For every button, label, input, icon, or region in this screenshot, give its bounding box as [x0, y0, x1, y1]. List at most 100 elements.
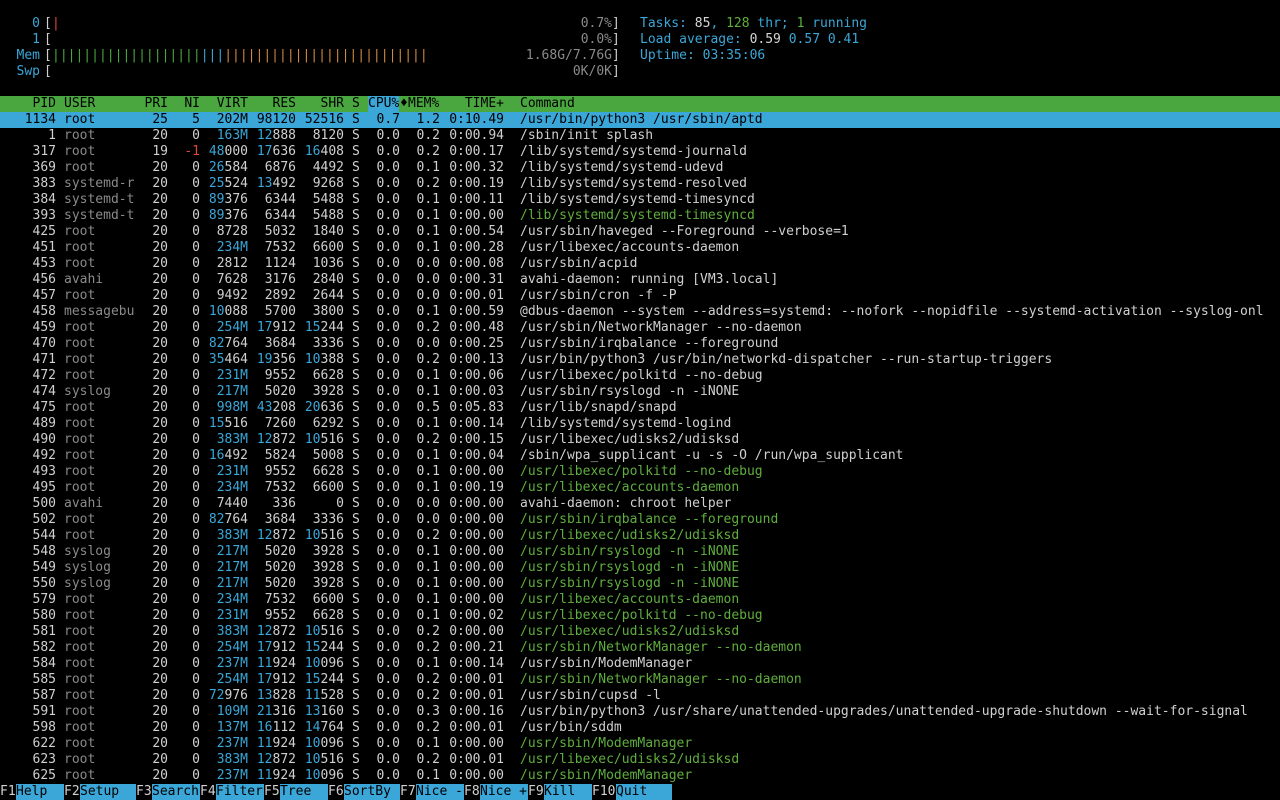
cell-pid: 458 [32, 304, 56, 319]
table-row[interactable]: 425 root 20 0 8728 5032 1840 S 0.0 0.1 0:00.54/usr… [0, 224, 1280, 240]
table-row[interactable]: 587 root 20 0 72976 13828 11528 S 0.0 0.2 0:00.01 /… [0, 688, 1280, 704]
table-row[interactable]: 472 root 20 0 231M 9552 6628 S 0.0 0.1 0:00.06/usr… [0, 368, 1280, 384]
table-row[interactable]: 579 root 20 0 234M 7532 6600 S 0.0 0.1 0:00.00/usr… [0, 592, 1280, 608]
cell-res: 17912 [256, 672, 296, 687]
col-virt[interactable]: VIRT [208, 96, 248, 112]
cell-ni: 0 [192, 592, 200, 607]
fkey-f3: F3 [136, 784, 152, 800]
table-row[interactable]: 458 messagebu 20 0 10088 5700 3800 S 0.0 0.1 0:00.… [0, 304, 1280, 320]
fkey-search-button[interactable]: Search [152, 784, 200, 800]
fkey-sortby-button[interactable]: SortBy [344, 784, 400, 800]
table-row[interactable]: 591 root 20 0 109M 21316 13160 S 0.0 0.3 0:00.16/u… [0, 704, 1280, 720]
cell-virt: 25524 [208, 176, 248, 191]
table-row[interactable]: 490 root 20 0 383M 12872 10516 S 0.0 0.2 0:00.15/u… [0, 432, 1280, 448]
cell-user: root [64, 608, 96, 623]
cell-time: 0:00.16 [449, 704, 504, 719]
col-state[interactable]: S [352, 96, 360, 112]
table-row[interactable]: 598 root 20 0 137M 16112 14764 S 0.0 0.2 0:00.01/u… [0, 720, 1280, 736]
cell-cpu: 0.0 [376, 256, 400, 271]
col-shr[interactable]: SHR [304, 96, 344, 112]
table-row[interactable]: 451 root 20 0 234M 7532 6600 S 0.0 0.1 0:00.28/usr… [0, 240, 1280, 256]
cell-cpu: 0.0 [376, 480, 400, 495]
table-row[interactable]: 623 root 20 0 383M 12872 10516 S 0.0 0.2 0:00.01/u… [0, 752, 1280, 768]
cell-time: 0:05.83 [449, 400, 504, 415]
table-row[interactable]: 459 root 20 0 254M 17912 15244 S 0.0 0.2 0:00.48/u… [0, 320, 1280, 336]
cell-pid: 384 [32, 192, 56, 207]
table-row[interactable]: 495 root 20 0 234M 7532 6600 S 0.0 0.1 0:00.19/usr… [0, 480, 1280, 496]
table-row[interactable]: 549 syslog 20 0 217M 5020 3928 S 0.0 0.1 0:00.00/u… [0, 560, 1280, 576]
fkey-help-button[interactable]: Help [16, 784, 64, 800]
table-row[interactable]: 453 root 20 0 2812 1124 1036 S 0.0 0.0 0:00.08/usr… [0, 256, 1280, 272]
cell-time: 0:00.54 [449, 224, 504, 239]
col-user[interactable]: USER [64, 96, 95, 112]
fkey-filter-button[interactable]: Filter [216, 784, 264, 800]
table-row[interactable]: 317 root 19 -1 48000 17636 16408 S 0.0 0.2 0:00.17… [0, 144, 1280, 160]
cell-virt: 383M [216, 752, 248, 767]
cell-command: /usr/bin/python3 /usr/share/unattended-u… [520, 704, 1248, 719]
cell-cpu: 0.0 [376, 224, 400, 239]
table-row[interactable]: 581 root 20 0 383M 12872 10516 S 0.0 0.2 0:00.00/u… [0, 624, 1280, 640]
fkey-nice-button[interactable]: Nice + [480, 784, 528, 800]
col-ni[interactable]: NI [176, 96, 200, 112]
cell-user: root [64, 640, 96, 655]
cell-user: root [64, 416, 96, 431]
fkey-tree-button[interactable]: Tree [280, 784, 328, 800]
fkey-quit-button[interactable]: Quit [616, 784, 672, 800]
table-row[interactable]: 625 root 20 0 237M 11924 10096 S 0.0 0.1 0:00.00/u… [0, 768, 1280, 784]
col-res[interactable]: RES [256, 96, 296, 112]
cell-pid: 393 [32, 208, 56, 223]
table-row[interactable]: 548 syslog 20 0 217M 5020 3928 S 0.0 0.1 0:00.00/u… [0, 544, 1280, 560]
cell-time: 0:00.04 [449, 448, 504, 463]
table-row[interactable]: 582 root 20 0 254M 17912 15244 S 0.0 0.2 0:00.21/u… [0, 640, 1280, 656]
cell-mem: 0.1 [416, 560, 440, 575]
col-pid[interactable]: PID [0, 96, 56, 112]
cell-user: syslog [64, 544, 111, 559]
fkey-kill-button[interactable]: Kill [544, 784, 592, 800]
table-row[interactable]: 471 root 20 0 35464 19356 10388 S 0.0 0.2 0:00.13 /… [0, 352, 1280, 368]
cell-command: /usr/libexec/udisks2/udisksd [520, 432, 740, 447]
table-row[interactable]: 470 root 20 0 82764 3684 3336 S 0.0 0.0 0:00.25/us… [0, 336, 1280, 352]
table-row[interactable]: 369 root 20 0 26584 6876 4492 S 0.0 0.1 0:00.32/li… [0, 160, 1280, 176]
col-pri[interactable]: PRI [136, 96, 168, 112]
cell-time: 0:00.11 [449, 192, 504, 207]
table-row[interactable]: 475 root 20 0 998M 43208 20636 S 0.0 0.5 0:05.83/u… [0, 400, 1280, 416]
table-row[interactable]: 544 root 20 0 383M 12872 10516 S 0.0 0.2 0:00.00/u… [0, 528, 1280, 544]
col-mem[interactable]: MEM% [408, 96, 439, 112]
table-row-selected[interactable]: 1134 root 25 5 202M 98120 52516 S 0.7 1.2 0:10.49 /… [0, 112, 1280, 128]
table-row[interactable]: 383 systemd-r 20 0 25524 13492 9268 S 0.0 0.2 0:00… [0, 176, 1280, 192]
cell-state: S [352, 544, 360, 559]
cell-time: 0:00.19 [449, 176, 504, 191]
table-row[interactable]: 493 root 20 0 231M 9552 6628 S 0.0 0.1 0:00.00/usr… [0, 464, 1280, 480]
table-row[interactable]: 585 root 20 0 254M 17912 15244 S 0.0 0.2 0:00.01/u… [0, 672, 1280, 688]
table-row[interactable]: 457 root 20 0 9492 2892 2644 S 0.0 0.0 0:00.01/usr… [0, 288, 1280, 304]
cell-mem: 0.2 [416, 752, 440, 767]
col-command[interactable]: Command [520, 96, 575, 112]
table-row[interactable]: 1 root 20 0 163M 12888 8120 S 0.0 0.2 0:00.94/sbin… [0, 128, 1280, 144]
cell-mem: 0.0 [416, 336, 440, 351]
col-time[interactable]: TIME+ [448, 96, 504, 112]
table-row[interactable]: 474 syslog 20 0 217M 5020 3928 S 0.0 0.1 0:00.03/u… [0, 384, 1280, 400]
cell-pri: 20 [152, 528, 168, 543]
table-row[interactable]: 489 root 20 0 15516 7260 6292 S 0.0 0.1 0:00.14/li… [0, 416, 1280, 432]
cell-cpu: 0.0 [376, 304, 400, 319]
table-row[interactable]: 393 systemd-t 20 0 89376 6344 5488 S 0.0 0.1 0:00.… [0, 208, 1280, 224]
cell-shr: 52516 [304, 112, 344, 127]
table-row[interactable]: 500 avahi 20 0 7440 336 0 S 0.0 0.0 0:00.00 avahi-d… [0, 496, 1280, 512]
cell-state: S [352, 144, 360, 159]
table-row[interactable]: 550 syslog 20 0 217M 5020 3928 S 0.0 0.1 0:00.00/u… [0, 576, 1280, 592]
cell-command: /sbin/wpa_supplicant -u -s -O /run/wpa_s… [520, 448, 904, 463]
fkey-setup-button[interactable]: Setup [80, 784, 136, 800]
cell-cpu: 0.0 [376, 672, 400, 687]
col-cpu-sorted[interactable]: CPU% [368, 96, 400, 112]
fkey-f7: F7 [400, 784, 416, 800]
table-row[interactable]: 584 root 20 0 237M 11924 10096 S 0.0 0.1 0:00.14/u… [0, 656, 1280, 672]
fkey-nice-button[interactable]: Nice - [416, 784, 464, 800]
table-row[interactable]: 502 root 20 0 82764 3684 3336 S 0.0 0.0 0:00.00/us… [0, 512, 1280, 528]
cell-virt: 202M [216, 112, 248, 127]
cell-pri: 20 [152, 336, 168, 351]
table-row[interactable]: 622 root 20 0 237M 11924 10096 S 0.0 0.1 0:00.00/u… [0, 736, 1280, 752]
table-row[interactable]: 492 root 20 0 16492 5824 5008 S 0.0 0.1 0:00.04/sb… [0, 448, 1280, 464]
table-row[interactable]: 580 root 20 0 231M 9552 6628 S 0.0 0.1 0:00.02/usr… [0, 608, 1280, 624]
table-row[interactable]: 456 avahi 20 0 7628 3176 2840 S 0.0 0.0 0:00.31 ava… [0, 272, 1280, 288]
table-row[interactable]: 384 systemd-t 20 0 89376 6344 5488 S 0.0 0.1 0:00.… [0, 192, 1280, 208]
